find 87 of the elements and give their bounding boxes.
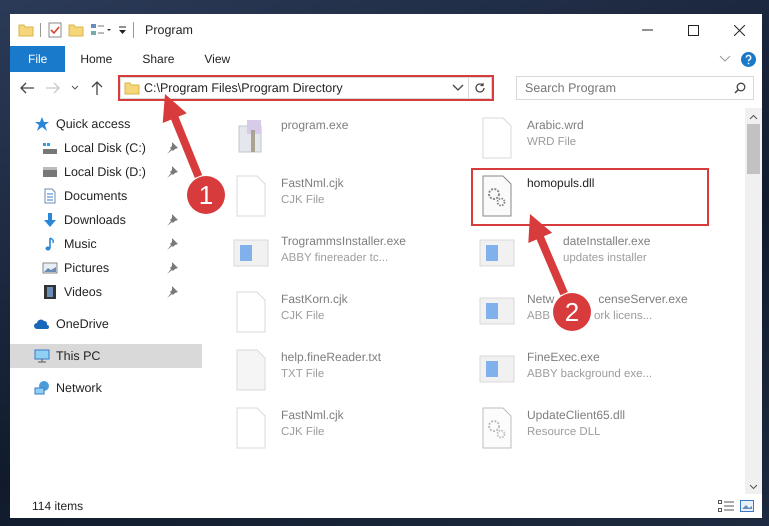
item-count: 114 items xyxy=(32,498,84,515)
file-type: ork licens... xyxy=(594,309,652,324)
file-name: FastNml.cjk xyxy=(281,407,344,424)
star-icon xyxy=(34,116,50,132)
forward-arrow-icon xyxy=(46,82,60,94)
view-options-icon[interactable] xyxy=(90,23,112,37)
scroll-up-icon[interactable] xyxy=(749,114,758,120)
divider-icon xyxy=(133,22,135,38)
sidebar-item[interactable]: Music xyxy=(10,232,186,256)
chevron-down-icon[interactable] xyxy=(452,84,464,92)
sidebar-item[interactable]: Documents xyxy=(10,184,186,208)
ribbon-tab[interactable]: Share xyxy=(127,46,190,72)
folder-icon xyxy=(124,81,140,95)
pin-icon[interactable] xyxy=(166,238,178,250)
properties-icon[interactable] xyxy=(48,22,62,38)
file-name: censeServer.exe xyxy=(598,291,688,308)
file-name: Netw xyxy=(527,291,554,308)
window-title: Program xyxy=(145,22,193,39)
computer-icon xyxy=(34,348,50,364)
network-icon xyxy=(34,380,50,396)
file-type: CJK File xyxy=(281,193,326,208)
divider-icon xyxy=(40,23,42,37)
sidebar-item[interactable]: Network xyxy=(10,376,186,400)
address-bar[interactable]: C:\Program Files\Program Directory xyxy=(118,75,494,101)
sidebar-item[interactable]: Videos xyxy=(10,280,186,304)
document-icon xyxy=(42,188,58,204)
file-type: CJK File xyxy=(281,425,326,440)
file-name: UpdateClient65.dll xyxy=(527,407,626,424)
sidebar-item[interactable]: OneDrive xyxy=(10,312,186,336)
step-number-badge: 2 xyxy=(553,293,591,331)
drive-icon xyxy=(42,140,58,156)
pin-icon[interactable] xyxy=(166,286,178,298)
sidebar-item[interactable]: Local Disk (C:) xyxy=(10,136,186,160)
refresh-button[interactable] xyxy=(468,77,492,99)
file-name: help.fineReader.txt xyxy=(281,349,382,366)
sidebar-item[interactable]: Downloads xyxy=(10,208,186,232)
file-type: ABBY background exe... xyxy=(527,367,652,382)
large-icons-view-icon[interactable] xyxy=(740,500,754,512)
search-field[interactable]: Search Program xyxy=(516,76,754,100)
file-name: dateInstaller.exe xyxy=(563,233,650,250)
expand-ribbon-icon[interactable] xyxy=(719,55,731,63)
ribbon-tab[interactable]: Home xyxy=(65,46,128,72)
file-name: FastNml.cjk xyxy=(281,175,344,192)
pin-icon[interactable] xyxy=(166,262,178,274)
file-name: FineExec.exe xyxy=(527,349,601,366)
film-strip-icon xyxy=(42,284,58,300)
drive-icon xyxy=(42,164,58,180)
selected-file-item[interactable]: homopuls.dll xyxy=(471,168,709,226)
scroll-down-icon[interactable] xyxy=(749,484,758,490)
file-name: Arabic.wrd xyxy=(527,117,584,134)
picture-icon xyxy=(42,260,58,276)
minimize-icon xyxy=(642,29,652,31)
refresh-icon xyxy=(474,82,486,94)
pin-icon[interactable] xyxy=(166,166,178,178)
sidebar-item[interactable]: Local Disk (D:) xyxy=(10,160,186,184)
file-type: ABB xyxy=(527,309,550,324)
ribbon-tab[interactable]: View xyxy=(189,46,246,72)
file-name: homopuls.dll xyxy=(527,175,594,192)
back-arrow-icon xyxy=(20,82,34,94)
pin-icon[interactable] xyxy=(166,214,178,226)
sidebar-item[interactable]: This PC xyxy=(10,344,202,368)
help-icon[interactable] xyxy=(741,52,756,66)
step-number-badge: 1 xyxy=(187,176,225,214)
dropdown-icon[interactable] xyxy=(118,25,127,35)
scroll-thumb[interactable] xyxy=(747,124,760,174)
sidebar-item[interactable]: Quick access xyxy=(10,112,186,136)
file-type: Resource DLL xyxy=(527,425,602,440)
file-type: ABBY finereader tc... xyxy=(281,251,390,266)
up-arrow-icon xyxy=(91,81,103,95)
file-type: WRD File xyxy=(527,135,578,150)
sidebar-item[interactable]: Pictures xyxy=(10,256,186,280)
search-icon xyxy=(734,82,746,94)
file-name: FastKorn.cjk xyxy=(281,291,348,308)
file-type: updates installer xyxy=(563,251,647,266)
download-arrow-icon xyxy=(42,212,58,228)
scrollbar[interactable] xyxy=(745,108,762,494)
maximize-icon xyxy=(688,24,698,36)
file-type: CJK File xyxy=(281,309,326,324)
chevron-down-icon xyxy=(71,85,79,91)
ribbon-tab[interactable]: File xyxy=(10,46,66,72)
pin-icon[interactable] xyxy=(166,142,178,154)
address-path: C:\Program Files\Program Directory xyxy=(144,80,344,97)
file-name: program.exe xyxy=(281,117,348,134)
file-name: TrogrammsInstaller.exe xyxy=(281,233,406,250)
file-type: TXT File xyxy=(281,367,326,382)
details-view-icon[interactable] xyxy=(718,500,734,512)
close-icon xyxy=(734,24,744,36)
